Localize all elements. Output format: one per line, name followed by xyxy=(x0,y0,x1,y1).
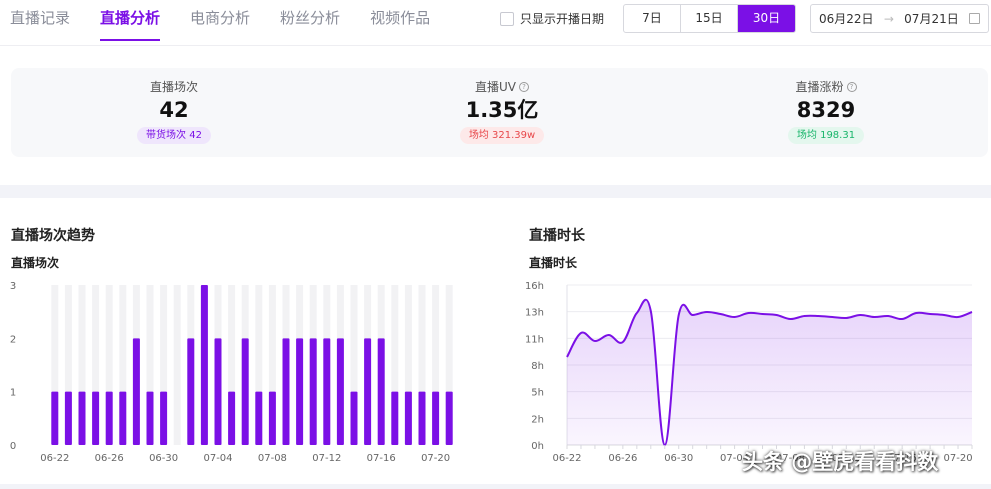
bar[interactable] xyxy=(296,338,304,445)
kpi-uv-badge: 场均 321.39w xyxy=(459,127,545,144)
only-live-dates-checkbox[interactable] xyxy=(500,11,514,26)
kpi-sessions-label: 直播场次 xyxy=(149,80,198,94)
kpi-uv-label: 直播UV xyxy=(475,80,516,94)
date-end: 07月21日 xyxy=(904,12,959,26)
kpi-sessions: 直播场次 42 带货场次 42 xyxy=(74,68,274,144)
y-tick-label: 0 xyxy=(10,441,16,452)
bar[interactable] xyxy=(241,338,249,445)
kpi-fans: 直播涨粉? 8329 场均 198.31 xyxy=(726,68,926,144)
y-tick-label: 3 xyxy=(10,281,16,292)
bar[interactable] xyxy=(418,391,426,445)
x-tick-label: 07-16 xyxy=(367,453,396,464)
range-7d-button[interactable]: 7日 xyxy=(624,5,681,32)
y-tick-label: 11h xyxy=(525,334,544,345)
bar[interactable] xyxy=(160,391,168,445)
section-divider xyxy=(0,185,991,198)
kpi-fans-label-wrap: 直播涨粉? xyxy=(795,78,857,95)
y-tick-label: 5h xyxy=(531,388,544,399)
analysis-tabs: 直播记录 直播分析 电商分析 粉丝分析 视频作品 xyxy=(10,8,460,41)
y-tick-label: 8h xyxy=(531,361,544,372)
only-live-dates-toggle[interactable]: 只显示开播日期 xyxy=(500,10,604,27)
kpi-panel: 直播场次 42 带货场次 42 直播UV? 1.35亿 场均 321.39w 直… xyxy=(11,68,988,157)
duration-chart-title: 直播时长 xyxy=(529,228,585,244)
bar[interactable] xyxy=(445,391,453,445)
bar[interactable] xyxy=(377,338,385,445)
help-icon[interactable]: ? xyxy=(846,81,857,92)
bar[interactable] xyxy=(187,338,195,445)
x-tick-label: 07-20 xyxy=(421,453,450,464)
sessions-chart-ylabel: 直播场次 xyxy=(11,256,60,270)
bar[interactable] xyxy=(323,338,331,445)
x-tick-label: 06-26 xyxy=(608,453,637,464)
bar[interactable] xyxy=(92,391,100,445)
bar[interactable] xyxy=(309,338,317,445)
kpi-uv-value: 1.35亿 xyxy=(465,98,539,122)
x-tick-label: 06-26 xyxy=(95,453,124,464)
x-tick-label: 07-12 xyxy=(312,453,341,464)
bar[interactable] xyxy=(105,391,113,445)
bottom-divider xyxy=(0,484,991,489)
tab-fans-analysis[interactable]: 粉丝分析 xyxy=(280,8,340,41)
bar[interactable] xyxy=(214,338,222,445)
kpi-sessions-badge: 带货场次 42 xyxy=(137,127,211,144)
y-tick-label: 0h xyxy=(531,441,544,452)
bar[interactable] xyxy=(350,391,358,445)
bar[interactable] xyxy=(228,391,236,445)
x-tick-label: 06-30 xyxy=(664,453,693,464)
bar-track xyxy=(173,285,181,445)
bar[interactable] xyxy=(336,338,344,445)
bar[interactable] xyxy=(432,391,440,445)
bar[interactable] xyxy=(119,391,127,445)
sessions-chart-title: 直播场次趋势 xyxy=(11,228,95,244)
date-start: 06月22日 xyxy=(819,12,874,26)
x-tick-label: 07-04 xyxy=(203,453,232,464)
arrow-right-icon: → xyxy=(883,11,894,26)
x-tick-label: 06-22 xyxy=(552,453,581,464)
watermark-text: 头条 @壁虎看看抖数 xyxy=(742,450,939,474)
duration-area-fill xyxy=(567,299,972,445)
kpi-uv-label-wrap: 直播UV? xyxy=(475,78,529,95)
date-range-picker[interactable]: 06月22日 → 07月21日 xyxy=(810,4,989,33)
sessions-bar-chart: 0 1 2 3 06-22 06-26 06-30 07-04 07-08 07-12 07-16 0… xyxy=(10,281,453,464)
kpi-uv: 直播UV? 1.35亿 场均 321.39w xyxy=(402,68,602,144)
range-selector: 7日 15日 30日 xyxy=(623,4,796,33)
bar[interactable] xyxy=(391,391,399,445)
y-tick-label: 1 xyxy=(10,388,16,399)
bar[interactable] xyxy=(404,391,412,445)
duration-chart-ylabel: 直播时长 xyxy=(529,256,578,270)
y-tick-label: 16h xyxy=(525,281,544,292)
x-tick-label: 07-08 xyxy=(258,453,287,464)
only-live-dates-label: 只显示开播日期 xyxy=(520,12,605,26)
y-tick-label: 2 xyxy=(10,334,16,345)
help-icon[interactable]: ? xyxy=(519,81,529,92)
tab-video-works[interactable]: 视频作品 xyxy=(370,8,430,41)
y-tick-label: 2h xyxy=(531,414,544,425)
kpi-fans-value: 8329 xyxy=(796,98,856,122)
range-30d-button[interactable]: 30日 xyxy=(738,5,795,32)
bar[interactable] xyxy=(51,391,59,445)
bar[interactable] xyxy=(146,391,154,445)
tab-live-records[interactable]: 直播记录 xyxy=(10,8,70,41)
bar[interactable] xyxy=(78,391,86,445)
bar[interactable] xyxy=(282,338,290,445)
calendar-icon xyxy=(969,13,980,24)
kpi-fans-label: 直播涨粉 xyxy=(795,80,844,94)
kpi-fans-badge: 场均 198.31 xyxy=(787,127,865,144)
tab-live-analysis[interactable]: 直播分析 xyxy=(100,8,161,41)
x-tick-label: 07-20 xyxy=(944,453,973,464)
top-nav: 直播记录 直播分析 电商分析 粉丝分析 视频作品 只显示开播日期 7日 15日 … xyxy=(0,0,991,46)
range-15d-button[interactable]: 15日 xyxy=(681,5,738,32)
bar[interactable] xyxy=(200,285,208,445)
x-tick-label: 06-22 xyxy=(40,453,69,464)
kpi-sessions-label-wrap: 直播场次 xyxy=(150,78,198,95)
bar[interactable] xyxy=(268,391,276,445)
bar[interactable] xyxy=(364,338,372,445)
kpi-sessions-value: 42 xyxy=(159,98,189,122)
y-tick-label: 13h xyxy=(525,308,544,319)
bar[interactable] xyxy=(255,391,263,445)
x-tick-label: 06-30 xyxy=(149,453,178,464)
bar[interactable] xyxy=(64,391,72,445)
tab-ecommerce-analysis[interactable]: 电商分析 xyxy=(190,8,250,41)
bar[interactable] xyxy=(132,338,140,445)
